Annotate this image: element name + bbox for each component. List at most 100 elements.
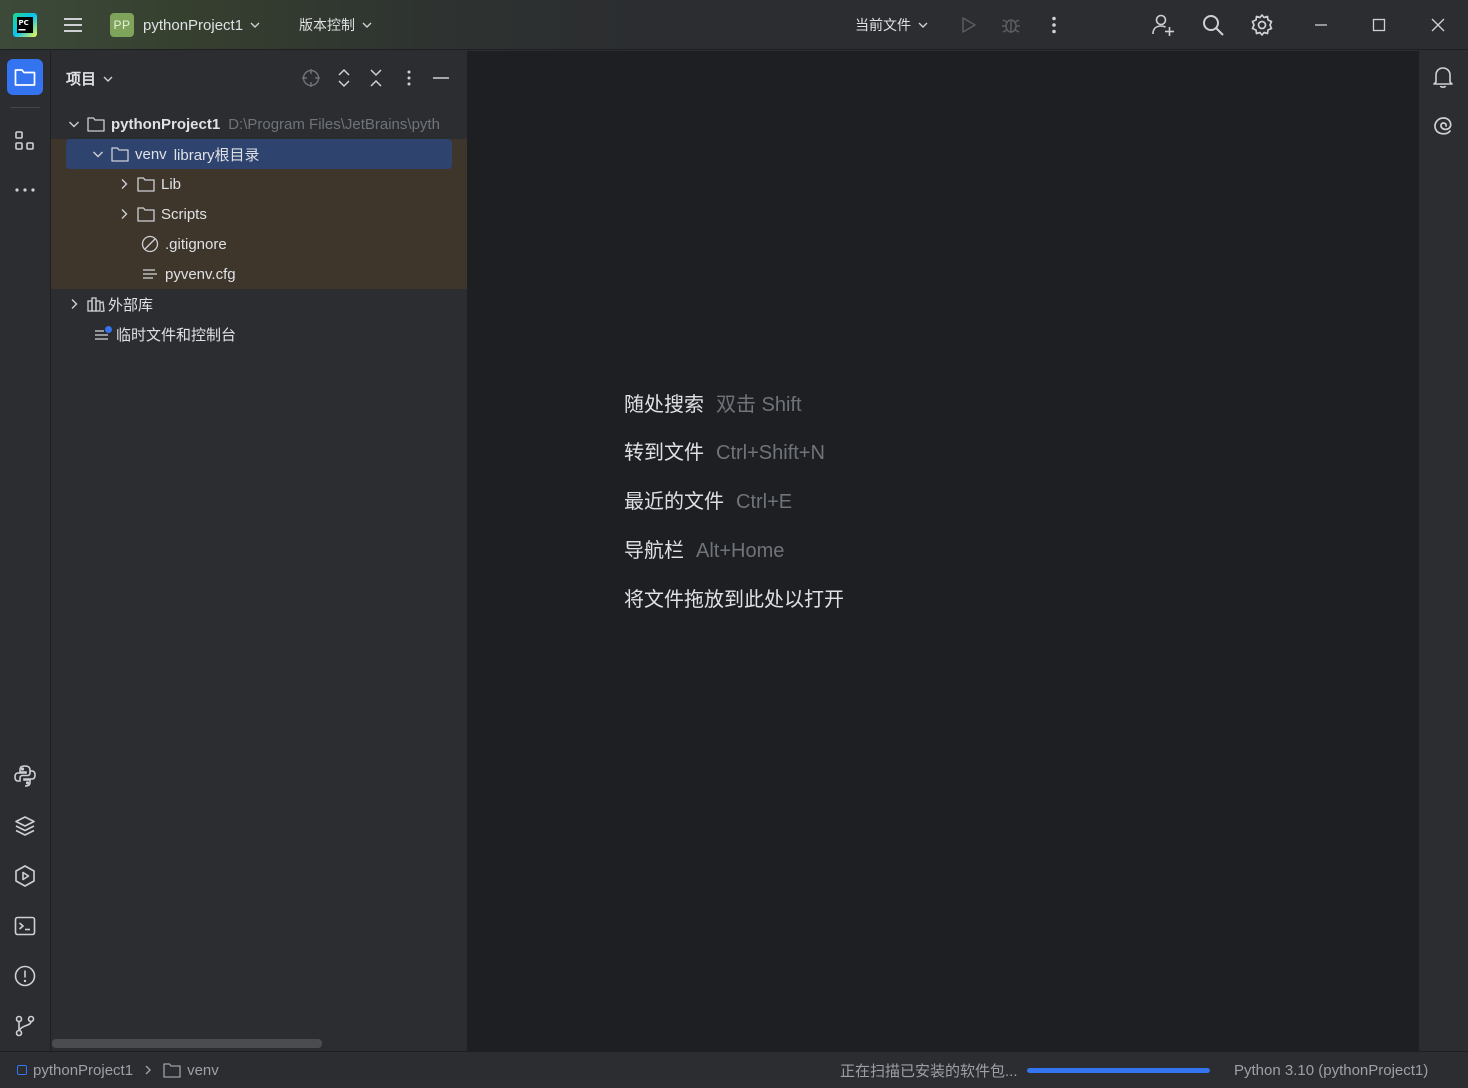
project-view-selector[interactable]: 项目	[66, 68, 114, 89]
warning-circle-icon	[14, 965, 36, 987]
tree-item-label: venv	[135, 145, 167, 163]
bell-icon	[1433, 67, 1453, 88]
settings-gear-icon[interactable]	[1250, 0, 1274, 50]
python-icon	[14, 765, 36, 787]
breadcrumb: pythonProject1 venv	[17, 1052, 219, 1088]
tree-item-scratches[interactable]: 临时文件和控制台	[94, 319, 236, 349]
folder-icon	[14, 69, 36, 86]
run-icon[interactable]	[958, 0, 978, 50]
scratches-icon	[95, 326, 112, 340]
project-name: pythonProject1	[143, 16, 244, 34]
layers-icon	[15, 816, 35, 836]
terminal-icon	[14, 916, 36, 936]
status-bar: pythonProject1 venv 正在扫描已安装的软件包... Pytho…	[0, 1051, 1468, 1088]
hint-recent-files: 最近的文件 Ctrl+E	[624, 485, 792, 514]
notifications-button[interactable]	[1425, 59, 1461, 95]
close-window-icon[interactable]	[1431, 0, 1445, 50]
project-panel-header: 项目	[51, 51, 468, 103]
hint-search-everywhere: 随处搜索 双击 Shift	[624, 388, 802, 417]
pycharm-logo-icon[interactable]: PC	[13, 0, 37, 50]
git-button[interactable]	[7, 1008, 43, 1044]
structure-tool-button[interactable]	[7, 123, 43, 159]
chevron-down-icon	[918, 22, 928, 28]
vcs-menu[interactable]: 版本控制	[299, 0, 373, 50]
more-tools-button[interactable]	[7, 172, 43, 208]
chevron-right-icon	[145, 1065, 152, 1075]
tree-item-project-root[interactable]: pythonProject1 D:\Program Files\JetBrain…	[67, 109, 440, 139]
terminal-button[interactable]	[7, 908, 43, 944]
background-task-progress[interactable]	[1027, 1068, 1210, 1073]
tree-item-label: pythonProject1	[111, 115, 221, 133]
project-switcher[interactable]: PP pythonProject1	[110, 0, 261, 50]
project-tool-button[interactable]	[7, 59, 43, 95]
tree-item-lib[interactable]: Lib	[117, 169, 181, 199]
hint-navigation-bar: 导航栏 Alt+Home	[624, 534, 784, 563]
services-play-icon	[15, 865, 35, 887]
search-icon[interactable]	[1201, 0, 1225, 50]
chevron-down-icon	[250, 22, 260, 28]
left-tool-strip	[0, 51, 51, 1051]
run-config-label: 当前文件	[855, 17, 911, 33]
project-panel-title: 项目	[66, 71, 97, 88]
tree-item-label: .gitignore	[165, 235, 227, 253]
hint-goto-file: 转到文件 Ctrl+Shift+N	[624, 436, 825, 465]
ai-spiral-icon	[1434, 117, 1452, 135]
chevron-down-icon[interactable]	[67, 117, 81, 131]
tree-item-label: 外部库	[108, 296, 154, 314]
module-icon	[17, 1065, 27, 1075]
more-actions-icon[interactable]	[1044, 0, 1064, 50]
chevron-right-icon[interactable]	[67, 297, 81, 311]
hint-label: 将文件拖放到此处以打开	[624, 589, 844, 611]
python-packages-button[interactable]	[7, 808, 43, 844]
background-task-text[interactable]: 正在扫描已安装的软件包...	[840, 1052, 1018, 1088]
panel-options-icon[interactable]	[398, 67, 420, 89]
project-badge: PP	[110, 13, 134, 37]
svg-text:PC: PC	[19, 19, 29, 27]
breadcrumb-folder[interactable]: venv	[187, 1062, 219, 1079]
chevron-right-icon[interactable]	[117, 207, 131, 221]
hide-panel-icon[interactable]	[430, 67, 452, 89]
ai-assistant-button[interactable]	[1425, 108, 1461, 144]
breadcrumb-project[interactable]: pythonProject1	[33, 1062, 133, 1079]
minimize-window-icon[interactable]	[1314, 0, 1328, 50]
folder-icon	[163, 1063, 181, 1078]
hint-label: 随处搜索	[624, 394, 704, 416]
vcs-label: 版本控制	[299, 17, 355, 33]
chevron-down-icon[interactable]	[91, 147, 105, 161]
expand-all-icon[interactable]	[333, 67, 355, 89]
tree-item-gitignore[interactable]: .gitignore	[141, 229, 227, 259]
library-icon	[87, 297, 105, 312]
debug-icon[interactable]	[1000, 0, 1022, 50]
git-branch-icon	[15, 1015, 35, 1037]
title-bar: PC PP pythonProject1 版本控制 当前文件	[0, 0, 1468, 50]
structure-icon	[15, 131, 34, 150]
right-tool-strip	[1418, 51, 1468, 1051]
tree-item-external-libraries[interactable]: 外部库	[67, 289, 153, 319]
folder-icon	[87, 117, 105, 132]
ignored-file-icon	[141, 235, 159, 253]
project-panel: 项目 pythonProject1 D:\Program Files\JetBr…	[51, 51, 468, 1051]
tree-item-label: Lib	[161, 175, 182, 193]
maximize-window-icon[interactable]	[1372, 0, 1386, 50]
services-button[interactable]	[7, 858, 43, 894]
tree-item-pyvenv[interactable]: pyvenv.cfg	[141, 259, 236, 289]
chevron-right-icon[interactable]	[117, 177, 131, 191]
tree-item-scripts[interactable]: Scripts	[117, 199, 207, 229]
main-menu-icon[interactable]	[62, 0, 84, 50]
collapse-all-icon[interactable]	[365, 67, 387, 89]
text-file-icon	[143, 269, 157, 279]
tree-item-tag: library根目录	[173, 146, 260, 164]
interpreter-selector[interactable]: Python 3.10 (pythonProject1)	[1234, 1052, 1428, 1088]
folder-icon	[137, 177, 155, 192]
tree-item-venv[interactable]: venv library根目录	[66, 139, 452, 169]
more-horizontal-icon	[15, 188, 35, 192]
run-config-selector[interactable]: 当前文件	[855, 0, 929, 50]
hint-drop-files: 将文件拖放到此处以打开	[624, 583, 844, 612]
python-console-button[interactable]	[7, 758, 43, 794]
hint-shortcut: Ctrl+Shift+N	[716, 442, 825, 464]
problems-button[interactable]	[7, 958, 43, 994]
horizontal-scrollbar[interactable]	[52, 1039, 322, 1048]
locate-file-icon[interactable]	[300, 67, 322, 89]
hint-label: 最近的文件	[624, 491, 724, 513]
code-with-me-icon[interactable]	[1150, 0, 1176, 50]
